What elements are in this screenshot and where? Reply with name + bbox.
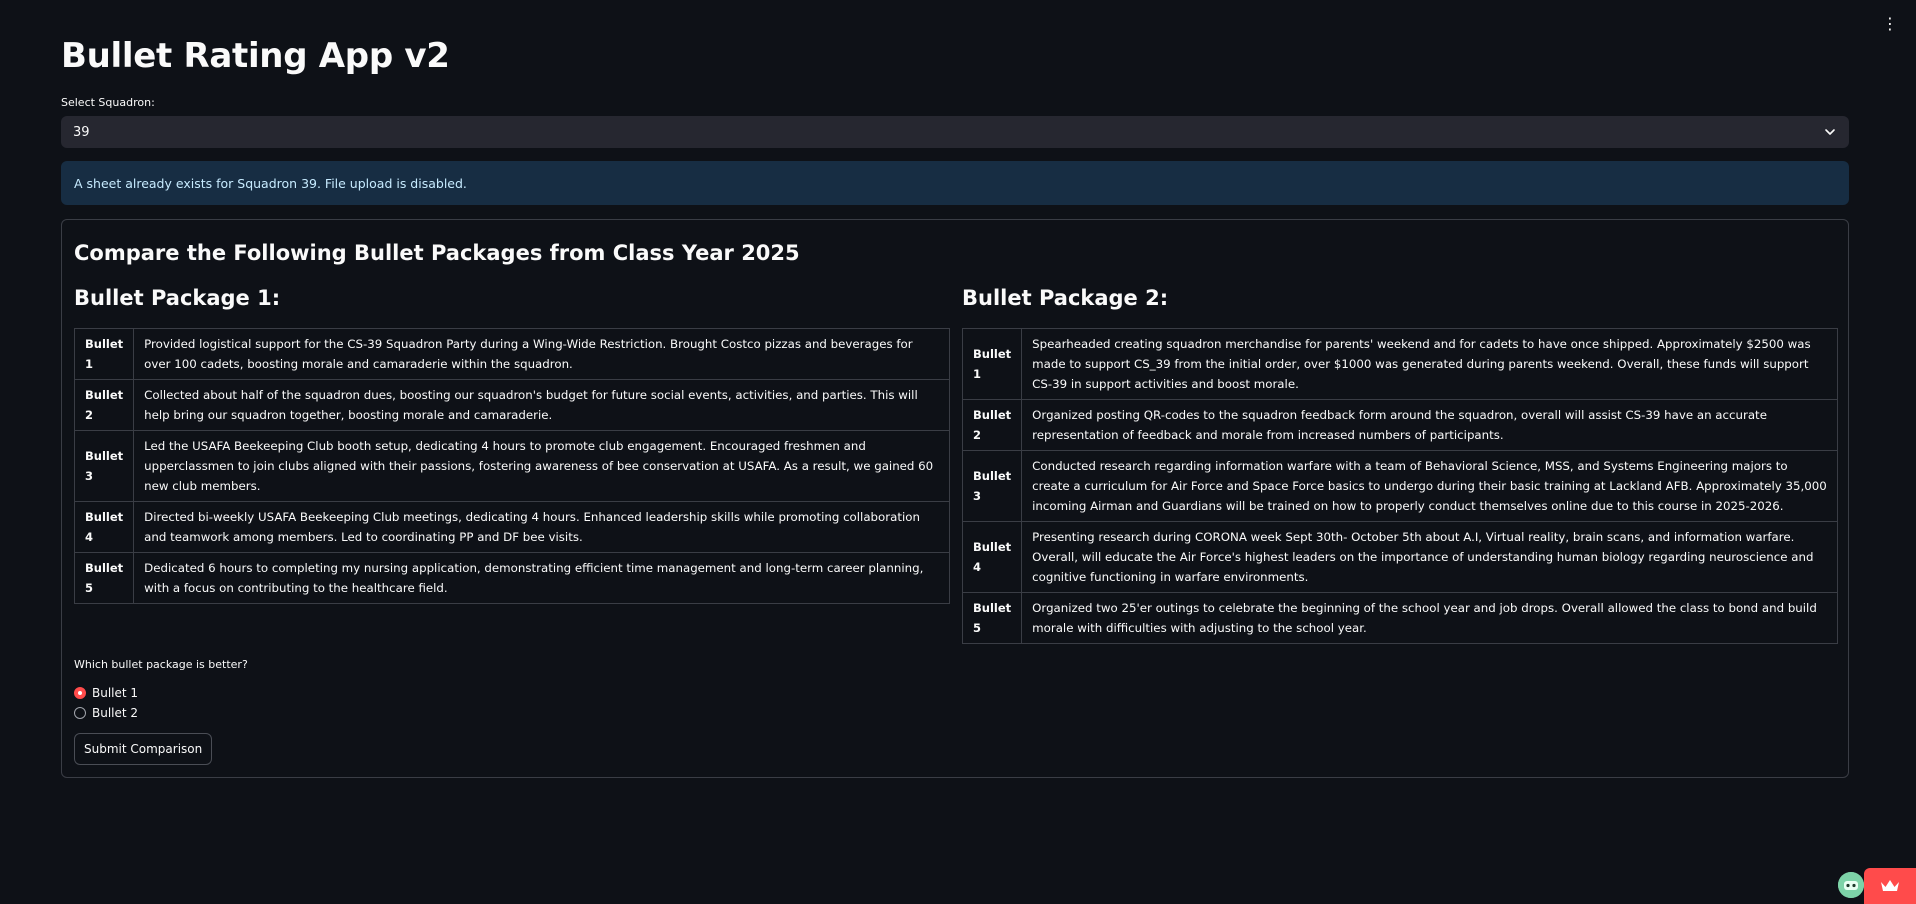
package-1-table: Bullet 1 Provided logistical support for … — [73, 328, 950, 604]
robot-avatar-icon — [1838, 872, 1864, 898]
bullet-label: Bullet 5 — [73, 552, 135, 604]
streamlit-crown-button[interactable] — [1864, 868, 1916, 904]
table-row: Bullet 1 Spearheaded creating squadron me… — [961, 328, 1838, 400]
bullet-label: Bullet 2 — [961, 399, 1023, 451]
table-row: Bullet 5 Organized two 25'er outings to c… — [961, 592, 1838, 644]
package-2-table: Bullet 1 Spearheaded creating squadron me… — [961, 328, 1838, 644]
bullet-label: Bullet 1 — [961, 328, 1023, 400]
comparison-form: Compare the Following Bullet Packages fr… — [61, 219, 1849, 778]
bullet-package-1: Bullet Package 1: Bullet 1 Provided logis… — [73, 286, 950, 604]
app-root: ⋮ Bullet Rating App v2 Select Squadron: … — [0, 0, 1916, 904]
bullet-text: Dedicated 6 hours to completing my nursi… — [133, 552, 950, 604]
bullet-text: Organized posting QR-codes to the squadr… — [1021, 399, 1838, 451]
squadron-select-label: Select Squadron: — [61, 96, 155, 109]
comparison-question: Which bullet package is better? — [74, 658, 248, 671]
table-row: Bullet 4 Presenting research during CORON… — [961, 521, 1838, 593]
submit-comparison-button[interactable]: Submit Comparison — [74, 733, 213, 765]
bullet-text: Spearheaded creating squadron merchandis… — [1021, 328, 1838, 400]
radio-unselected-icon[interactable] — [74, 707, 86, 719]
bullet-text: Collected about half of the squadron due… — [133, 379, 950, 431]
table-row: Bullet 3 Conducted research regarding inf… — [961, 450, 1838, 522]
bullet-text: Directed bi-weekly USAFA Beekeeping Club… — [133, 501, 950, 553]
kebab-menu-icon[interactable]: ⋮ — [1882, 14, 1898, 34]
bullet-label: Bullet 3 — [73, 430, 135, 502]
bullet-package-2: Bullet Package 2: Bullet 1 Spearheaded cr… — [961, 286, 1838, 644]
bullet-label: Bullet 5 — [961, 592, 1023, 644]
chevron-down-icon — [1825, 129, 1835, 135]
radio-option-bullet-2[interactable]: Bullet 2 — [74, 703, 138, 723]
table-row: Bullet 2 Collected about half of the squa… — [73, 379, 950, 431]
table-row: Bullet 5 Dedicated 6 hours to completing … — [73, 552, 950, 604]
squadron-select[interactable]: 39 — [61, 116, 1849, 148]
table-row: Bullet 3 Led the USAFA Beekeeping Club bo… — [73, 430, 950, 502]
radio-selected-icon[interactable] — [74, 687, 86, 699]
package-radio-group: Bullet 1 Bullet 2 — [74, 683, 138, 723]
comparison-heading: Compare the Following Bullet Packages fr… — [74, 241, 800, 265]
bullet-label: Bullet 4 — [961, 521, 1023, 593]
radio-option-bullet-1[interactable]: Bullet 1 — [74, 683, 138, 703]
page-title: Bullet Rating App v2 — [61, 36, 450, 76]
bullet-label: Bullet 3 — [961, 450, 1023, 522]
info-alert: A sheet already exists for Squadron 39. … — [61, 161, 1849, 205]
table-row: Bullet 2 Organized posting QR-codes to th… — [961, 399, 1838, 451]
package-2-title: Bullet Package 2: — [962, 286, 1169, 310]
table-row: Bullet 4 Directed bi-weekly USAFA Beekeep… — [73, 501, 950, 553]
info-alert-text: A sheet already exists for Squadron 39. … — [74, 175, 467, 191]
bullet-label: Bullet 4 — [73, 501, 135, 553]
squadron-select-value: 39 — [73, 124, 90, 140]
bullet-label: Bullet 2 — [73, 379, 135, 431]
crown-icon — [1881, 880, 1899, 891]
bullet-text: Conducted research regarding information… — [1021, 450, 1838, 522]
bullet-text: Led the USAFA Beekeeping Club booth setu… — [133, 430, 950, 502]
bullet-text: Organized two 25'er outings to celebrate… — [1021, 592, 1838, 644]
bullet-label: Bullet 1 — [73, 328, 135, 380]
avatar[interactable] — [1838, 872, 1864, 898]
radio-option-label: Bullet 1 — [92, 686, 139, 700]
radio-option-label: Bullet 2 — [92, 706, 139, 720]
table-row: Bullet 1 Provided logistical support for … — [73, 328, 950, 380]
bullet-text: Provided logistical support for the CS-3… — [133, 328, 950, 380]
package-1-title: Bullet Package 1: — [74, 286, 281, 310]
bullet-text: Presenting research during CORONA week S… — [1021, 521, 1838, 593]
